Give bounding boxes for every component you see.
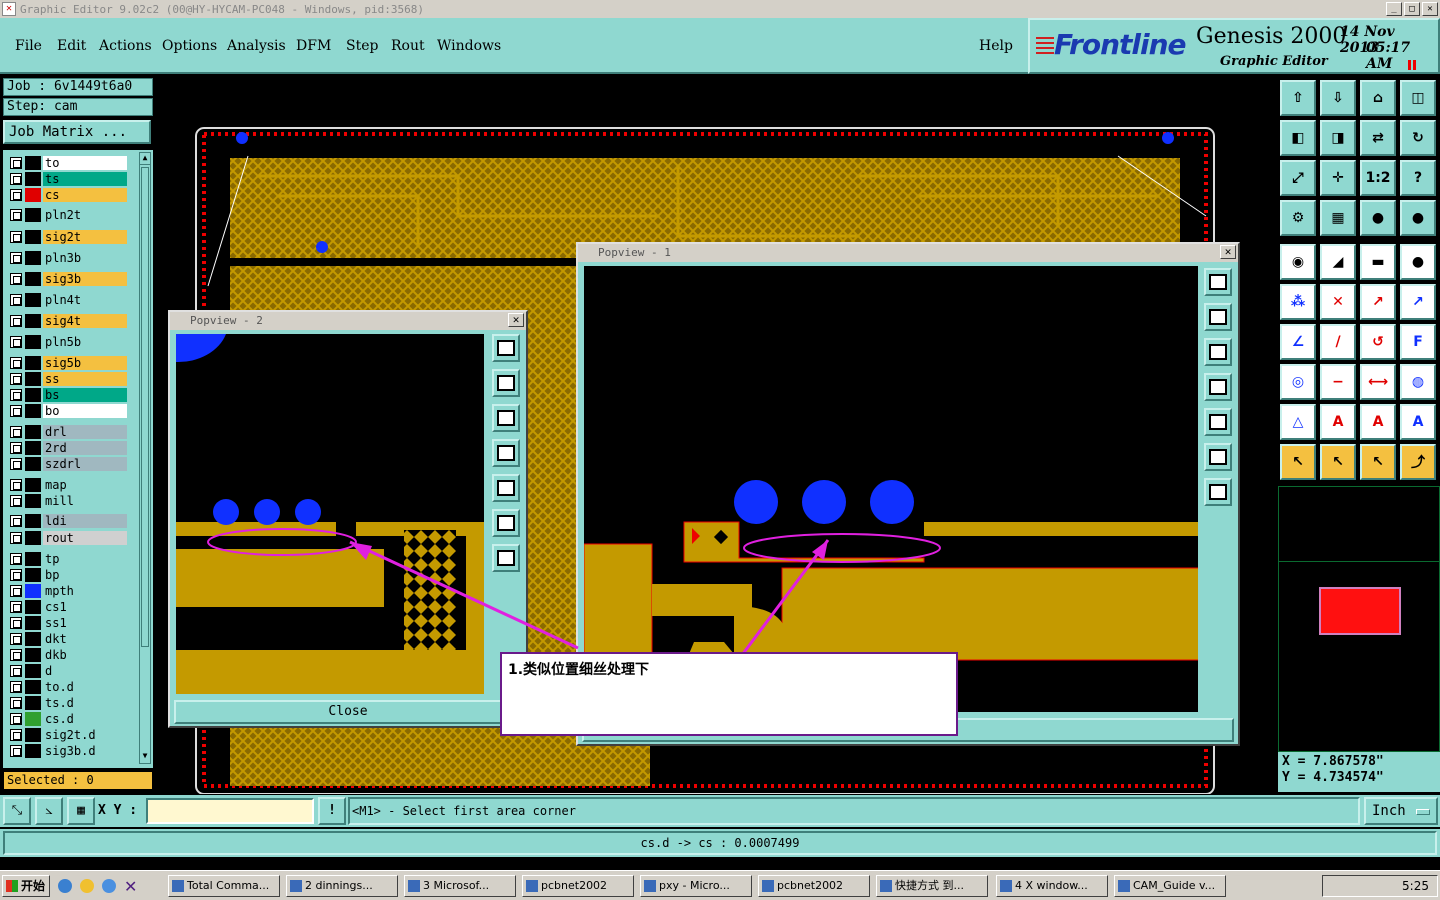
status-text: cs.d -> cs : 0.0007499 (3, 831, 1437, 855)
pointer2-icon[interactable]: ↖ (1320, 444, 1356, 480)
overview-map[interactable] (1278, 486, 1440, 752)
prompt-area: <M1> - Select first area corner (348, 797, 1360, 825)
tool-panel: ⇧ ⇩ ⌂ ◫ ◧ ◨ ⇄ ↻ ⤢ ✛ 1:2? ⚙ ▦ ● ● ◉ ◢ ▬ ● ⁂ ✕ ↗ ↗ ∠ / ↺ F ◎ − ⟷ ◍ △ A A A ↖ ↖… (1278, 76, 1440, 794)
start-label: 开始 (21, 879, 46, 893)
clock-app-icon[interactable] (80, 879, 94, 893)
pointer3-icon[interactable]: ↖ (1360, 444, 1396, 480)
windows-taskbar: 开始 ✕ Total Comma... 2 dinnings... 3 Micros… (0, 870, 1440, 900)
measure-icon[interactable]: ⦣ (35, 797, 63, 825)
ie-icon[interactable] (58, 879, 72, 893)
swap-icon[interactable]: ⇄ (1360, 120, 1396, 156)
info-icon[interactable]: ! (318, 797, 346, 825)
units-selector[interactable]: Inch (1364, 797, 1438, 825)
triangle-icon[interactable]: △ (1280, 404, 1316, 440)
prompt-text: <M1> - Select first area corner (352, 804, 576, 818)
line-icon[interactable]: ↗ (1360, 284, 1396, 320)
x-coordinate: X = 7.867578" (1282, 754, 1384, 769)
x-app-icon[interactable]: ✕ (124, 877, 137, 896)
system-tray: 5:25 (1322, 875, 1438, 897)
snap-icon[interactable]: ⤡ (3, 797, 31, 825)
record-icon[interactable]: ● (1400, 244, 1436, 280)
center-icon[interactable]: ✛ (1320, 160, 1356, 196)
triangle3-icon[interactable]: A (1360, 404, 1396, 440)
taskbar-task[interactable]: 3 Microsof... (404, 875, 516, 897)
taskbar-task[interactable]: CAM_Guide v... (1114, 875, 1226, 897)
command-bar: ⤡ ⦣ ▦ X Y : ! <M1> - Select first area c… (0, 795, 1440, 827)
line2-icon[interactable]: ↗ (1400, 284, 1436, 320)
angle-icon[interactable]: ∠ (1280, 324, 1316, 360)
select-icon[interactable]: ◉ (1280, 244, 1316, 280)
layer-red2-icon[interactable]: ● (1400, 200, 1436, 236)
units-dropdown-icon (1416, 809, 1430, 815)
text-icon[interactable]: F (1400, 324, 1436, 360)
right-icon[interactable]: ◨ (1320, 120, 1356, 156)
taskbar-task[interactable]: pxy - Micro... (640, 875, 752, 897)
overview-board (1319, 587, 1401, 635)
clock[interactable]: 5:25 (1402, 879, 1429, 893)
taskbar-task[interactable]: pcbnet2002 (758, 875, 870, 897)
start-button[interactable]: 开始 (2, 875, 50, 897)
coordinate-readout: X = 7.867578" Y = 4.734574" (1278, 752, 1440, 792)
pointer-icon[interactable]: ↖ (1280, 444, 1316, 480)
arc-icon[interactable]: ↺ (1360, 324, 1396, 360)
snap-icon[interactable]: ◢ (1320, 244, 1356, 280)
annotation-arrows (349, 539, 830, 656)
tools-icon[interactable]: ⚙ (1280, 200, 1316, 236)
taskbar-task[interactable]: 2 dinnings... (286, 875, 398, 897)
triangle2-icon[interactable]: A (1320, 404, 1356, 440)
windows-logo-icon (6, 880, 18, 892)
status-bar: cs.d -> cs : 0.0007499 (0, 829, 1440, 857)
browser-icon[interactable] (102, 879, 116, 893)
units-value: Inch (1372, 803, 1406, 819)
grid-icon[interactable]: ▦ (1320, 200, 1356, 236)
annotation-callout: 1.类似位置细丝处理下 (500, 652, 958, 736)
y-coordinate: Y = 4.734574" (1282, 770, 1384, 785)
group-icon[interactable]: ◍ (1400, 364, 1436, 400)
help-icon[interactable]: ? (1400, 160, 1436, 196)
measure-icon[interactable]: ⟷ (1360, 364, 1396, 400)
ruler-icon[interactable]: ▬ (1360, 244, 1396, 280)
connect-icon[interactable]: ⁂ (1280, 284, 1316, 320)
xy-label: X Y : (98, 803, 138, 818)
taskbar-task[interactable]: 4 X window... (996, 875, 1108, 897)
cross-icon[interactable]: ✕ (1320, 284, 1356, 320)
taskbar-task[interactable]: pcbnet2002 (522, 875, 634, 897)
triangle4-icon[interactable]: A (1400, 404, 1436, 440)
grid-icon[interactable]: ▦ (67, 797, 95, 825)
redraw-icon[interactable]: ↻ (1400, 120, 1436, 156)
home-icon[interactable]: ⌂ (1360, 80, 1396, 116)
split-view-icon[interactable]: ◫ (1400, 80, 1436, 116)
slash-icon[interactable]: / (1320, 324, 1356, 360)
xy-input[interactable] (146, 798, 314, 824)
taskbar-task[interactable]: 快捷方式 到... (876, 875, 988, 897)
route-icon[interactable]: ⤴ (1400, 444, 1436, 480)
left-icon[interactable]: ◧ (1280, 120, 1316, 156)
fit-icon[interactable]: ⤢ (1280, 160, 1316, 196)
layer-red-icon[interactable]: ● (1360, 200, 1396, 236)
minus-icon[interactable]: − (1320, 364, 1356, 400)
bottom-icon[interactable]: ⇩ (1320, 80, 1356, 116)
point-icon[interactable]: ◎ (1280, 364, 1316, 400)
ratio-icon[interactable]: 1:2 (1360, 160, 1396, 196)
top-icon[interactable]: ⇧ (1280, 80, 1316, 116)
taskbar-task[interactable]: Total Comma... (168, 875, 280, 897)
